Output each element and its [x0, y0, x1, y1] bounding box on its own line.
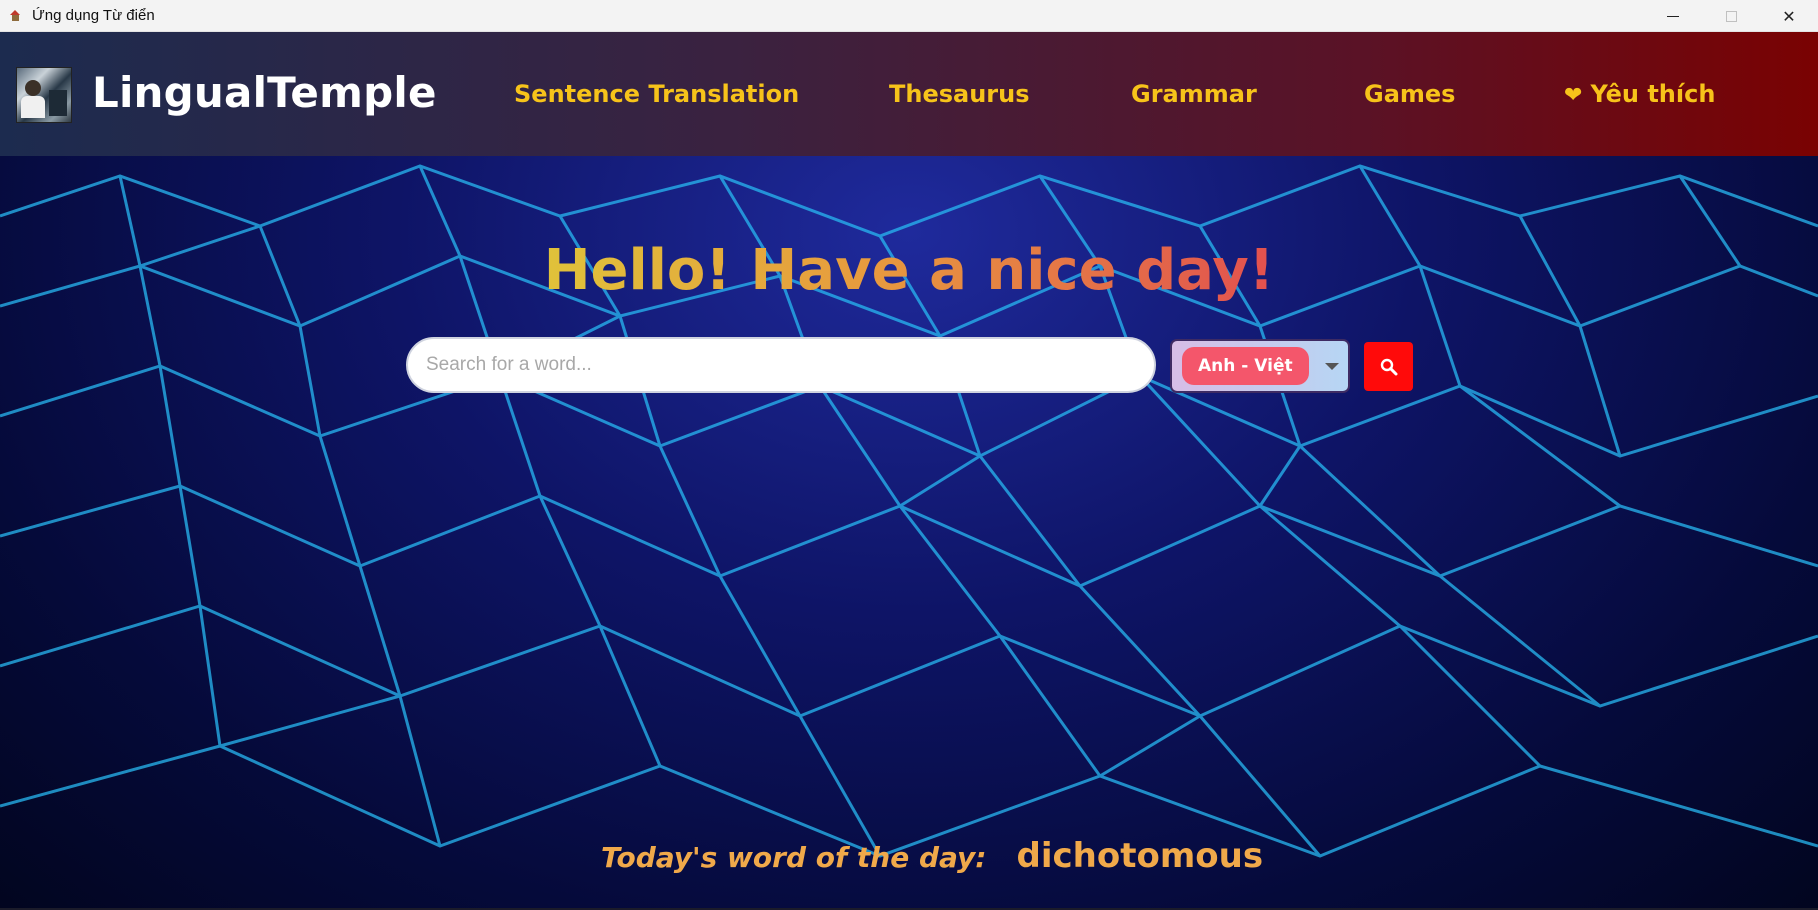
app-window: Ứng dụng Từ điển ✕ LingualTemple Sentenc…	[0, 0, 1818, 910]
nav-sentence-translation[interactable]: Sentence Translation	[514, 80, 799, 108]
chevron-down-icon[interactable]	[1324, 362, 1339, 370]
top-navigation-bar: LingualTemple Sentence Translation Thesa…	[0, 32, 1818, 156]
window-title: Ứng dụng Từ điển	[32, 7, 155, 24]
main-content: Hello! Have a nice day! Anh - Việt Today…	[0, 156, 1818, 910]
search-button[interactable]	[1364, 342, 1413, 391]
word-of-the-day-word[interactable]: dichotomous	[1017, 836, 1264, 876]
close-button[interactable]: ✕	[1760, 0, 1818, 32]
close-icon: ✕	[1782, 6, 1796, 26]
dictionary-app-icon	[10, 10, 21, 21]
brand-name[interactable]: LingualTemple	[92, 68, 437, 117]
word-of-the-day-label: Today's word of the day:	[601, 841, 987, 874]
greeting-heading: Hello! Have a nice day!	[0, 238, 1818, 303]
nav-favorites-label: Yêu thích	[1590, 80, 1716, 108]
nav-thesaurus[interactable]: Thesaurus	[889, 80, 1030, 108]
maximize-icon	[1725, 10, 1737, 22]
window-titlebar: Ứng dụng Từ điển ✕	[0, 0, 1818, 32]
word-of-the-day: Today's word of the day: dichotomous	[601, 836, 1263, 876]
search-icon	[1380, 358, 1397, 375]
nav-games[interactable]: Games	[1364, 80, 1455, 108]
brand-logo-image[interactable]	[16, 67, 72, 123]
greeting-text: Hello! Have a nice day!	[543, 238, 1275, 303]
nav-grammar[interactable]: Grammar	[1131, 80, 1257, 108]
heart-icon: ❤	[1564, 83, 1583, 108]
window-controls: ✕	[1644, 0, 1818, 32]
nav-favorites[interactable]: ❤ Yêu thích	[1564, 80, 1715, 108]
language-selector[interactable]: Anh - Việt	[1170, 339, 1350, 393]
search-box[interactable]	[406, 337, 1156, 393]
maximize-button[interactable]	[1702, 0, 1760, 32]
minimize-button[interactable]	[1644, 0, 1702, 32]
minimize-icon	[1667, 15, 1679, 17]
search-input[interactable]	[426, 354, 1154, 376]
language-selected-pill[interactable]: Anh - Việt	[1182, 347, 1309, 385]
